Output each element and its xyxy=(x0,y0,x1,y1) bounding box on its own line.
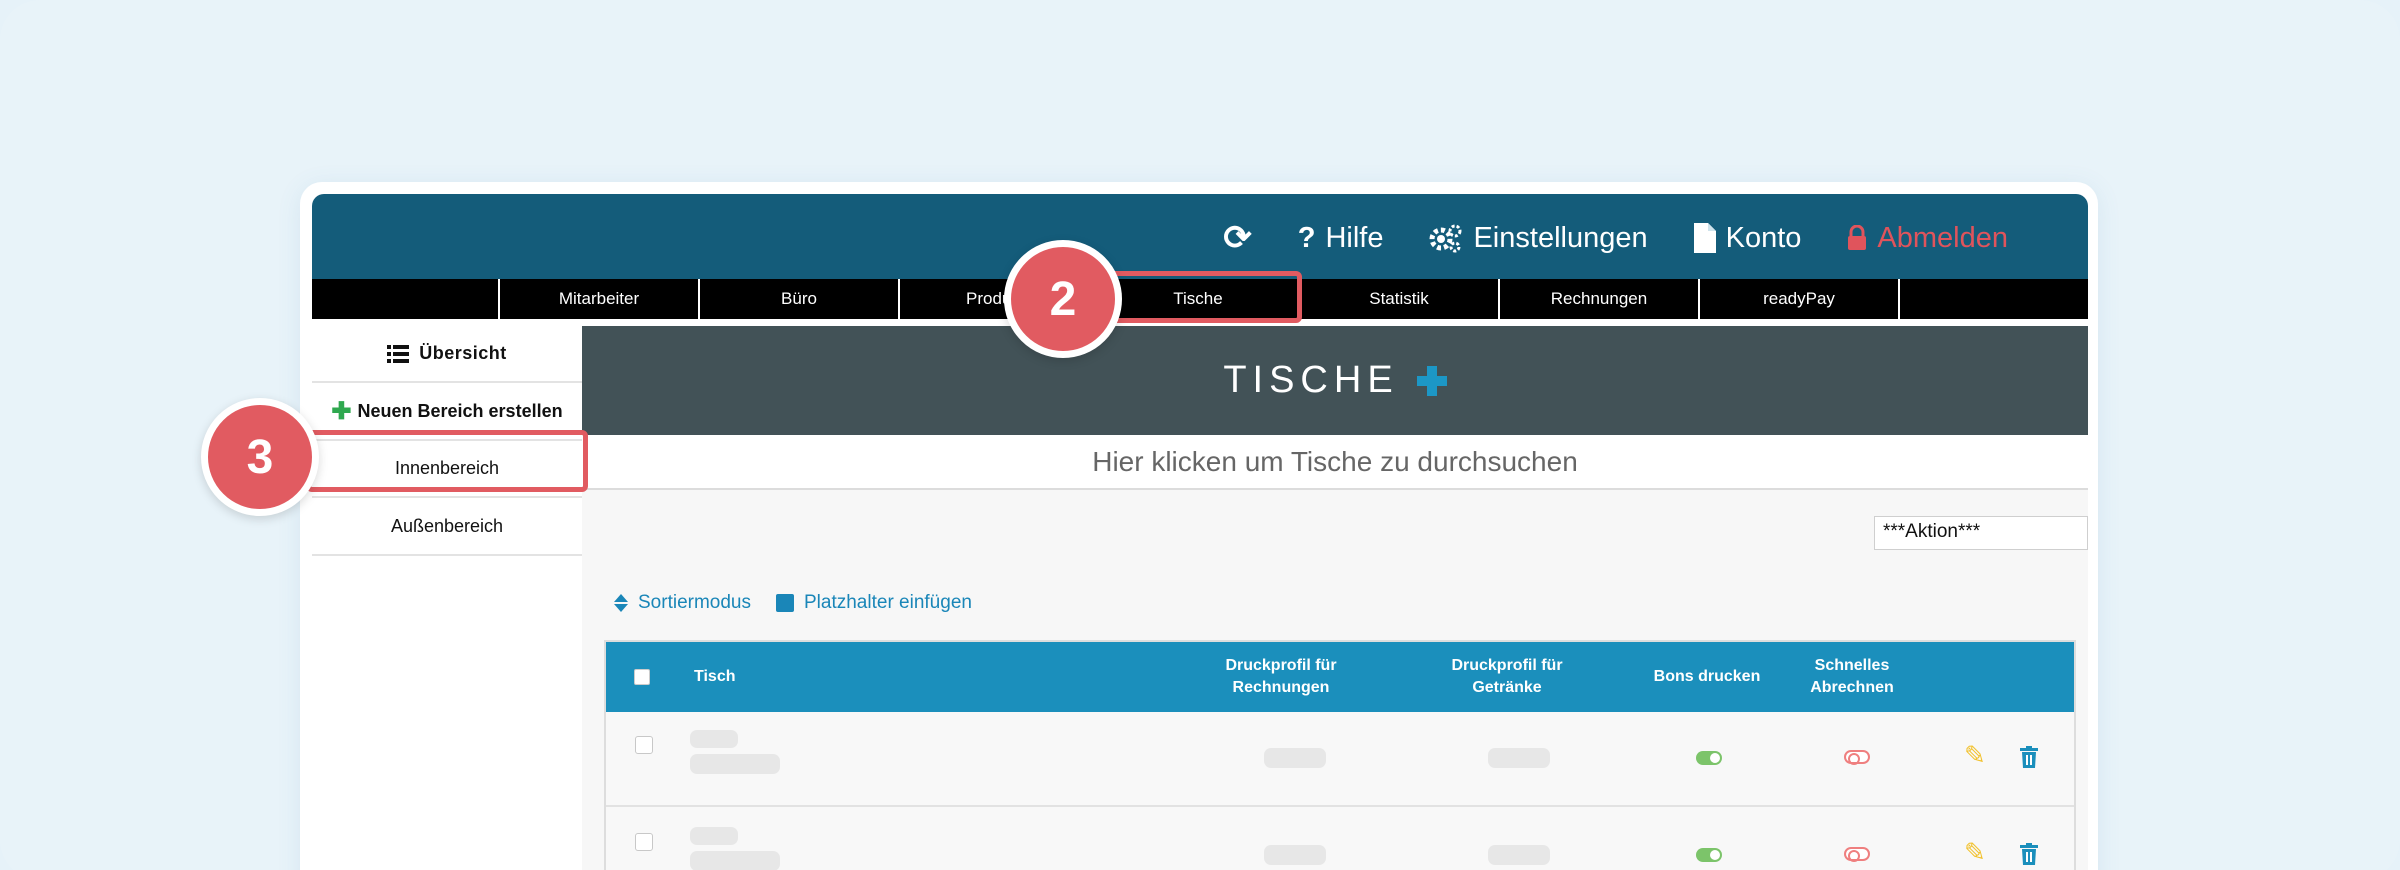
table-header: Tisch Druckprofil für Rechnungen Druckpr… xyxy=(606,642,2074,712)
menu-label: readyPay xyxy=(1763,289,1835,308)
action-select[interactable]: ***Aktion*** xyxy=(1874,516,2088,550)
refresh-button[interactable]: ⟳ xyxy=(1223,218,1252,258)
table-name-placeholder xyxy=(690,730,738,748)
table-subtext-placeholder xyxy=(690,851,780,870)
plus-icon: ✚ xyxy=(331,397,352,425)
column-header-druckprofil-getraenke[interactable]: Druckprofil für Getränke xyxy=(1432,642,1582,712)
settings-link[interactable]: Einstellungen xyxy=(1429,221,1648,255)
overview-label: Übersicht xyxy=(419,343,507,363)
refresh-icon: ⟳ xyxy=(1223,219,1252,257)
delete-trash-icon[interactable] xyxy=(2020,746,2038,768)
column-label: Druckprofil für Getränke xyxy=(1451,657,1563,696)
gears-icon xyxy=(1429,224,1462,253)
insert-placeholder-button[interactable]: Platzhalter einfügen xyxy=(776,592,972,614)
menu-item-mitarbeiter[interactable]: Mitarbeiter xyxy=(498,279,698,319)
logout-label: Abmelden xyxy=(1877,221,2008,254)
highlight-innenbereich xyxy=(306,430,588,492)
drink-profile-placeholder xyxy=(1488,748,1550,768)
search-placeholder: Hier klicken um Tische zu durchsuchen xyxy=(1092,445,1578,477)
column-label: Schnelles Abrechnen xyxy=(1810,657,1894,696)
table-name-placeholder xyxy=(690,827,738,845)
page-header: TISCHE xyxy=(582,326,2088,435)
table-subtext-placeholder xyxy=(690,754,780,774)
help-label: Hilfe xyxy=(1325,221,1384,254)
row-checkbox[interactable] xyxy=(635,833,653,851)
invoice-profile-placeholder xyxy=(1264,748,1326,768)
main-content: TISCHE Hier klicken um Tische zu durchsu… xyxy=(582,326,2088,870)
tables-table: Tisch Druckprofil für Rechnungen Druckpr… xyxy=(604,640,2076,870)
menu-label: Statistik xyxy=(1369,289,1429,308)
table-row[interactable]: ✎ xyxy=(606,712,2074,807)
lock-icon xyxy=(1848,225,1867,250)
menu-item-buero[interactable]: Büro xyxy=(698,279,898,319)
quick-checkout-toggle[interactable] xyxy=(1844,847,1870,862)
table-search-bar[interactable]: Hier klicken um Tische zu durchsuchen xyxy=(582,435,2088,490)
menu-label: Büro xyxy=(781,289,817,308)
delete-trash-icon[interactable] xyxy=(2020,843,2038,865)
top-bar: ⟳ ? Hilfe Einstellungen Konto Abmelden xyxy=(312,194,2088,279)
menu-item-statistik[interactable]: Statistik xyxy=(1298,279,1498,319)
table-row[interactable]: ✎ xyxy=(606,807,2074,870)
column-label: Bons drucken xyxy=(1653,668,1761,685)
menu-item-rechnungen[interactable]: Rechnungen xyxy=(1498,279,1698,319)
invoice-profile-placeholder xyxy=(1264,845,1326,865)
add-table-plus-icon[interactable] xyxy=(1416,365,1447,396)
sort-mode-button[interactable]: Sortiermodus xyxy=(614,592,751,614)
step-number: 2 xyxy=(1049,272,1077,326)
quick-checkout-toggle[interactable] xyxy=(1844,750,1870,765)
action-select-value: ***Aktion*** xyxy=(1883,521,1981,542)
logout-link[interactable]: Abmelden xyxy=(1847,222,2008,255)
sort-icon xyxy=(614,594,628,612)
settings-label: Einstellungen xyxy=(1473,221,1648,254)
menu-label: Rechnungen xyxy=(1550,289,1648,308)
document-icon xyxy=(1693,223,1716,253)
new-area-label: Neuen Bereich erstellen xyxy=(357,400,563,421)
step-number: 3 xyxy=(246,430,274,484)
account-label: Konto xyxy=(1725,221,1802,254)
step-badge-3: 3 xyxy=(201,398,319,516)
placeholder-label: Platzhalter einfügen xyxy=(804,592,972,613)
page-title: TISCHE xyxy=(1223,359,1399,401)
menu-item-readypay[interactable]: readyPay xyxy=(1698,279,1898,319)
row-checkbox[interactable] xyxy=(635,736,653,754)
step-badge-2: 2 xyxy=(1004,240,1122,358)
column-header-schnelles-abrechnen[interactable]: Schnelles Abrechnen xyxy=(1792,642,1912,712)
column-header-tisch[interactable]: Tisch xyxy=(694,642,894,712)
sort-label: Sortiermodus xyxy=(638,592,751,613)
column-label: Druckprofil für Rechnungen xyxy=(1225,657,1337,696)
print-receipts-toggle[interactable] xyxy=(1696,751,1722,765)
menu-label: Mitarbeiter xyxy=(558,289,640,308)
menu-divider xyxy=(1898,279,1900,319)
column-label: Tisch xyxy=(694,668,736,685)
list-icon xyxy=(387,344,410,363)
edit-pencil-icon[interactable]: ✎ xyxy=(1964,740,1986,771)
select-all-checkbox[interactable] xyxy=(634,669,650,685)
help-link[interactable]: ? Hilfe xyxy=(1298,222,1384,255)
top-nav: ⟳ ? Hilfe Einstellungen Konto Abmelden xyxy=(1223,214,2008,262)
sidebar-item-aussenbereich[interactable]: Außenbereich xyxy=(312,499,582,556)
drink-profile-placeholder xyxy=(1488,845,1550,865)
column-header-bons-drucken[interactable]: Bons drucken xyxy=(1642,642,1772,712)
account-link[interactable]: Konto xyxy=(1693,221,1802,255)
edit-pencil-icon[interactable]: ✎ xyxy=(1964,837,1986,868)
sidebar: Übersicht ✚ Neuen Bereich erstellen Inne… xyxy=(312,326,582,870)
sidebar-item-overview[interactable]: Übersicht xyxy=(312,326,582,383)
area-label: Außenbereich xyxy=(390,516,504,536)
print-receipts-toggle[interactable] xyxy=(1696,848,1722,862)
highlight-tische-menu xyxy=(1104,271,1302,323)
column-header-druckprofil-rechnungen[interactable]: Druckprofil für Rechnungen xyxy=(1206,642,1356,712)
square-icon xyxy=(776,594,794,612)
question-icon: ? xyxy=(1297,221,1316,254)
